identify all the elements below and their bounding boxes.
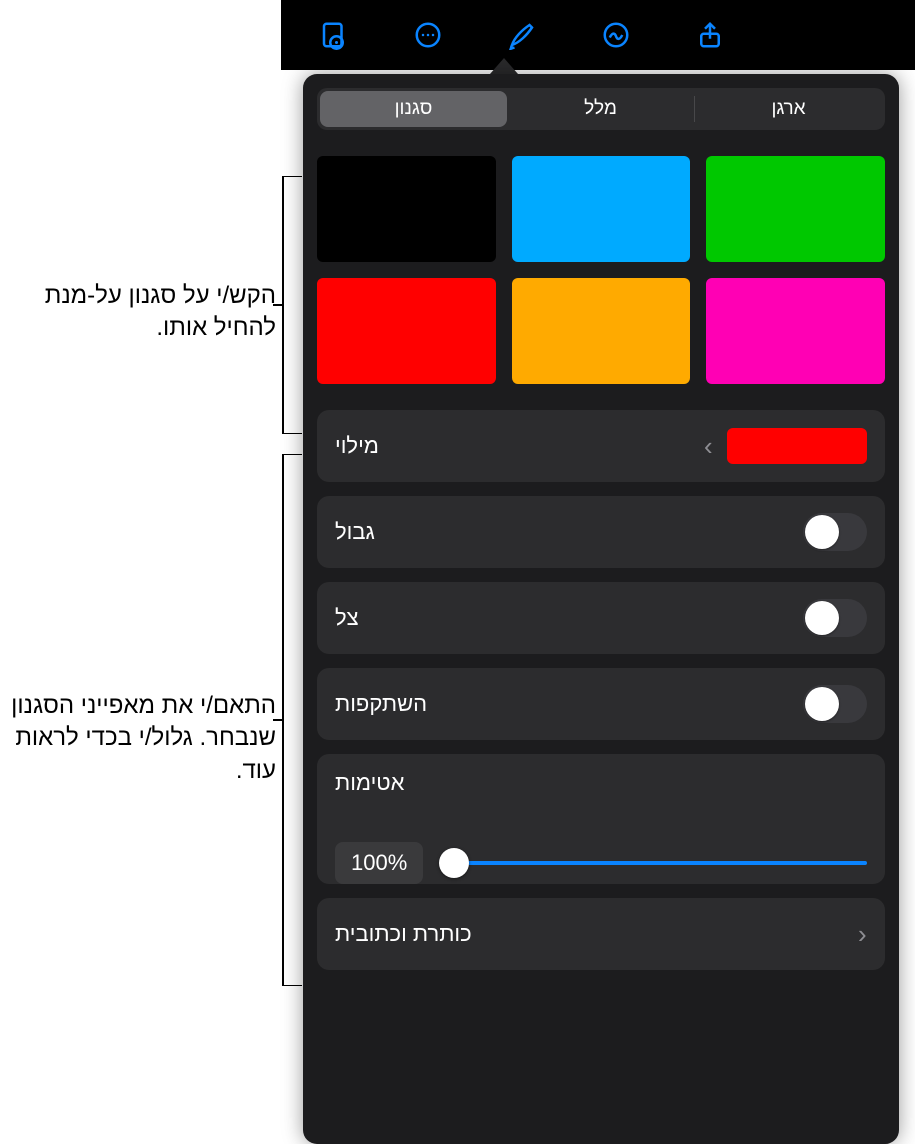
tab-text[interactable]: מלל — [507, 91, 694, 127]
insert-icon[interactable] — [569, 0, 663, 70]
opacity-value[interactable]: 100% — [335, 842, 423, 884]
reflection-toggle[interactable] — [803, 685, 867, 723]
reflection-row: השתקפות — [317, 668, 885, 740]
style-options-list: מילוי › גבול צל השתקפות אטימות 100% — [317, 410, 885, 970]
opacity-row: אטימות 100% — [317, 754, 885, 884]
callout-style-adjust: התאם/י את מאפייני הסגנון שנבחר. גלול/י ב… — [6, 690, 276, 787]
shadow-label: צל — [335, 605, 359, 631]
slider-thumb[interactable] — [439, 848, 469, 878]
callout-bracket — [273, 454, 303, 986]
document-view-icon[interactable] — [287, 0, 381, 70]
style-swatch[interactable] — [512, 156, 691, 262]
style-swatch[interactable] — [317, 278, 496, 384]
title-caption-label: כותרת וכתובית — [335, 921, 472, 947]
tab-style[interactable]: סגנון — [320, 91, 507, 127]
popover-arrow — [490, 58, 518, 74]
border-row: גבול — [317, 496, 885, 568]
callout-style-tap: הקש/י על סגנון על-מנת להחיל אותו. — [6, 280, 276, 345]
border-toggle[interactable] — [803, 513, 867, 551]
reflection-label: השתקפות — [335, 691, 427, 717]
style-swatch[interactable] — [512, 278, 691, 384]
share-icon[interactable] — [663, 0, 757, 70]
opacity-label: אטימות — [335, 770, 404, 796]
fill-label: מילוי — [335, 433, 379, 459]
chevron-icon: › — [858, 919, 867, 950]
more-icon[interactable] — [381, 0, 475, 70]
fill-row[interactable]: מילוי › — [317, 410, 885, 482]
style-swatch-grid — [317, 156, 885, 384]
style-swatch[interactable] — [706, 278, 885, 384]
tab-arrange[interactable]: ארגן — [695, 91, 882, 127]
chevron-icon: › — [704, 431, 713, 462]
fill-color-chip[interactable] — [727, 428, 867, 464]
title-caption-row[interactable]: כותרת וכתובית › — [317, 898, 885, 970]
format-panel: סגנון מלל ארגן מילוי › גבול צל השתק — [303, 74, 899, 1144]
format-tabs: סגנון מלל ארגן — [317, 88, 885, 130]
style-swatch[interactable] — [317, 156, 496, 262]
callout-bracket — [273, 176, 303, 434]
opacity-slider[interactable] — [441, 861, 867, 865]
border-label: גבול — [335, 519, 375, 545]
shadow-toggle[interactable] — [803, 599, 867, 637]
top-toolbar — [281, 0, 915, 70]
shadow-row: צל — [317, 582, 885, 654]
style-swatch[interactable] — [706, 156, 885, 262]
